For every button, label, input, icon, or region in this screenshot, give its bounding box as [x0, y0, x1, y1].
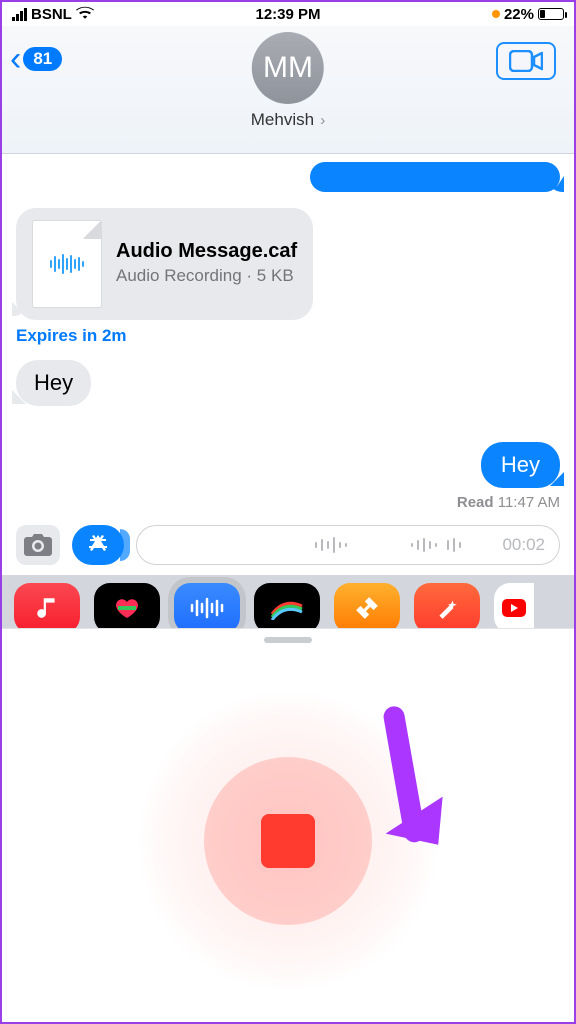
battery-icon: [538, 8, 564, 20]
sent-message-bubble[interactable]: [310, 162, 560, 192]
app-youtube[interactable]: [494, 583, 534, 633]
chevron-right-icon: ›: [316, 112, 325, 129]
contact-avatar[interactable]: MM: [252, 32, 324, 104]
app-garageband[interactable]: [334, 583, 400, 633]
chevron-left-icon: ‹: [10, 42, 21, 76]
audio-file-icon: [32, 220, 102, 308]
camera-button[interactable]: [16, 525, 60, 565]
message-list[interactable]: Audio Message.caf Audio Recording · 5 KB…: [2, 154, 574, 511]
app-music[interactable]: [14, 583, 80, 633]
cell-signal-icon: [12, 8, 27, 21]
app-fitness[interactable]: [94, 583, 160, 633]
video-icon: [509, 50, 543, 72]
app-memoji[interactable]: [414, 583, 480, 633]
waveform-icon: [187, 596, 227, 620]
panel-grabber[interactable]: [264, 637, 312, 643]
read-receipt-time: 11:47 AM: [498, 494, 560, 511]
waveform-icon: [312, 534, 492, 556]
unread-count-badge: 81: [23, 47, 62, 71]
back-button[interactable]: ‹ 81: [10, 42, 62, 76]
heart-icon: [112, 596, 142, 620]
status-bar: BSNL 12:39 PM 22%: [2, 2, 574, 26]
recording-duration: 00:02: [502, 535, 545, 555]
contact-name-label: Mehvish: [251, 110, 314, 129]
received-message-bubble[interactable]: Hey: [16, 360, 91, 406]
clock: 12:39 PM: [255, 6, 320, 23]
camera-icon: [24, 534, 52, 556]
attachment-subtitle: Audio Recording · 5 KB: [116, 265, 297, 287]
carrier-label: BSNL: [31, 6, 72, 23]
audio-recording-panel: [2, 628, 574, 1022]
youtube-icon: [502, 599, 526, 617]
app-audio-message[interactable]: [174, 583, 240, 633]
attachment-title: Audio Message.caf: [116, 240, 297, 263]
contact-name-button[interactable]: Mehvish ›: [251, 110, 325, 130]
magic-wand-icon: [434, 595, 460, 621]
guitar-icon: [354, 595, 380, 621]
app-store-icon: [85, 532, 111, 558]
conversation-header: ‹ 81 MM Mehvish ›: [2, 26, 574, 154]
wifi-icon: [76, 5, 94, 23]
audio-attachment-bubble[interactable]: Audio Message.caf Audio Recording · 5 KB: [16, 208, 313, 320]
battery-percent: 22%: [504, 6, 534, 23]
message-input[interactable]: 00:02: [136, 525, 560, 565]
app-digital-touch[interactable]: [254, 583, 320, 633]
music-note-icon: [34, 595, 60, 621]
read-receipt: Read 11:47 AM: [16, 488, 560, 511]
imessage-apps-button[interactable]: [72, 525, 124, 565]
sent-message-bubble[interactable]: Hey: [481, 442, 560, 488]
compose-bar: 00:02: [2, 511, 574, 575]
facetime-video-button[interactable]: [496, 42, 556, 80]
stop-recording-button[interactable]: [261, 814, 315, 868]
brush-stroke-icon: [270, 596, 304, 620]
read-receipt-label: Read: [457, 494, 494, 511]
expires-label: Expires in 2m: [16, 326, 560, 346]
mic-in-use-indicator-icon: [492, 10, 500, 18]
